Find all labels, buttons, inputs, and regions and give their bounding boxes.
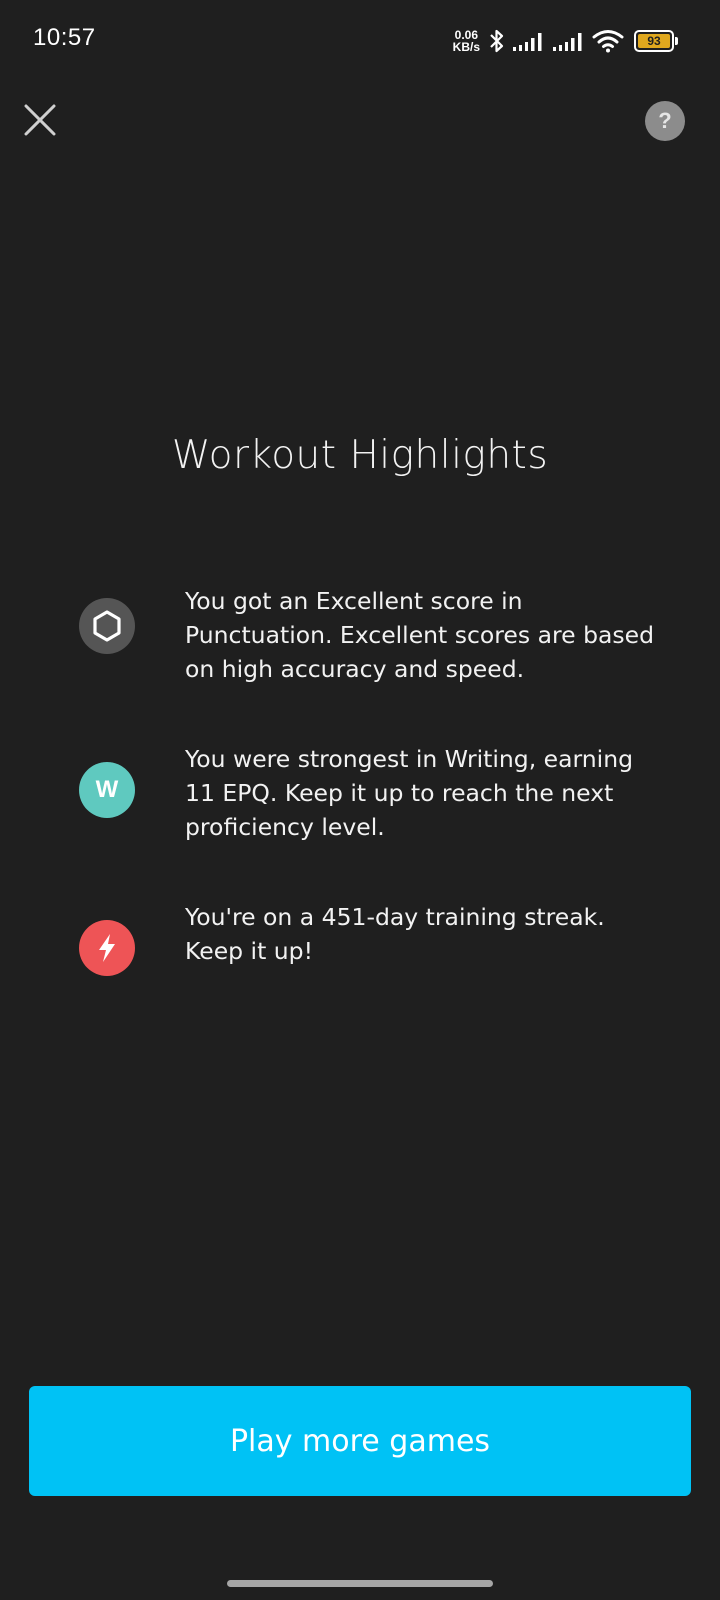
network-speed-unit: KB/s (452, 40, 480, 54)
play-more-games-button[interactable]: Play more games (29, 1386, 691, 1496)
highlight-text: You got an Excellent score in Punctuatio… (185, 587, 655, 683)
signal-icon (553, 33, 582, 51)
help-button[interactable]: ? (645, 101, 685, 141)
status-icons: 0.06 KB/s 93 (453, 26, 678, 56)
battery-level: 93 (638, 34, 670, 48)
status-bar: 10:57 0.06 KB/s 93 (0, 0, 720, 80)
highlight-item: You got an Excellent score in Punctuatio… (79, 584, 679, 686)
page-title: Workout Highlights (171, 433, 549, 478)
wifi-icon (592, 30, 624, 53)
bluetooth-icon (490, 29, 504, 53)
lightning-bolt-icon (79, 920, 135, 976)
close-icon[interactable] (22, 102, 58, 138)
workout-highlights-screen: 10:57 0.06 KB/s 93 ? Workout Highlights … (0, 0, 720, 1600)
hexagon-icon (79, 598, 135, 654)
highlight-item: You're on a 451-day training streak. Kee… (79, 900, 679, 976)
status-time: 10:57 (33, 24, 96, 51)
battery-icon: 93 (634, 30, 678, 52)
signal-icon (513, 33, 542, 51)
highlight-item: W You were strongest in Writing, earning… (79, 742, 679, 844)
network-speed: 0.06 KB/s (453, 29, 480, 53)
highlight-text: You're on a 451-day training streak. Kee… (185, 903, 605, 965)
home-indicator[interactable] (227, 1580, 493, 1587)
writing-letter-icon: W (79, 762, 135, 818)
highlight-text: You were strongest in Writing, earning 1… (185, 745, 634, 841)
